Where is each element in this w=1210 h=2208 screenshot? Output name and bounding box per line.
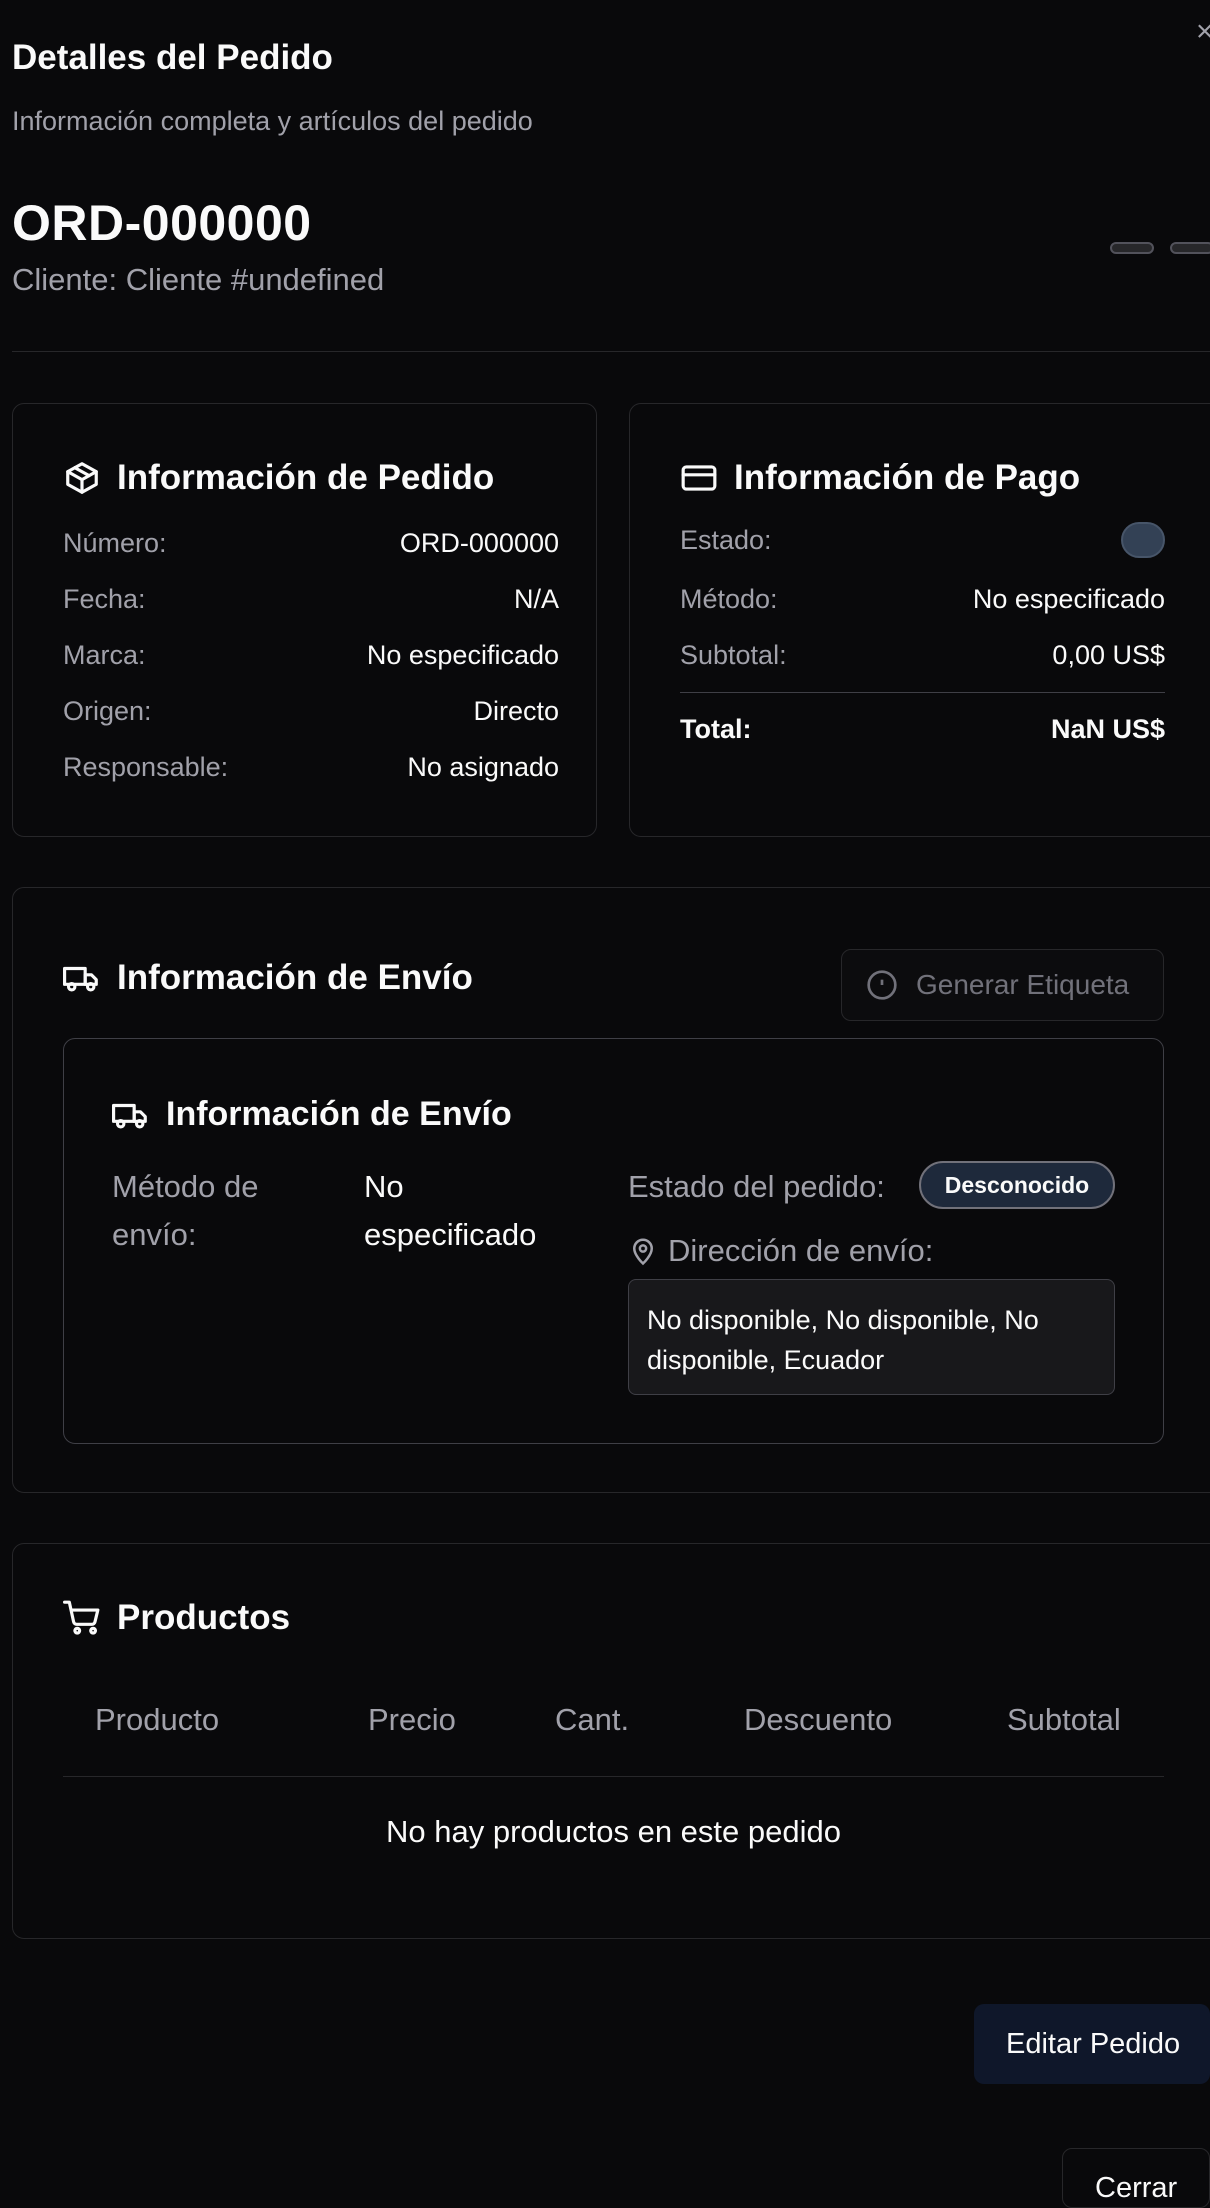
shipping-inner-card: Información de Envío Método de envío: No… bbox=[63, 1038, 1164, 1444]
truck-icon bbox=[63, 966, 98, 992]
payment-status-row: Estado: bbox=[680, 522, 1165, 558]
column-header-discount[interactable]: Descuento bbox=[744, 1702, 892, 1738]
shipping-method-value: No especificado bbox=[364, 1169, 537, 1252]
order-id-heading: ORD-000000 bbox=[12, 195, 312, 251]
products-title: Productos bbox=[63, 1598, 290, 1638]
products-card: Productos Producto Precio Cant. Descuent… bbox=[12, 1543, 1210, 1939]
package-icon bbox=[66, 462, 98, 494]
shipping-inner-title: Información de Envío bbox=[112, 1095, 512, 1134]
client-name: Cliente: Cliente #undefined bbox=[12, 262, 385, 297]
order-info-card: Información de Pedido Número: ORD-000000… bbox=[12, 403, 597, 837]
status-pill bbox=[1110, 242, 1154, 254]
order-date-row: Fecha: N/A bbox=[63, 584, 559, 614]
shopping-cart-icon bbox=[63, 1600, 100, 1635]
order-info-title: Información de Pedido bbox=[63, 458, 494, 498]
column-header-quantity[interactable]: Cant. bbox=[555, 1702, 629, 1738]
dialog-subtitle: Información completa y artículos del ped… bbox=[12, 106, 533, 136]
shipping-address-box: No disponible, No disponible, No disponi… bbox=[628, 1279, 1115, 1395]
payment-status-badge bbox=[1121, 522, 1165, 558]
payment-total-row: Total: NaN US$ bbox=[680, 714, 1165, 744]
dialog-title: Detalles del Pedido bbox=[12, 38, 333, 77]
edit-order-button[interactable]: Editar Pedido bbox=[974, 2004, 1210, 2084]
payment-method-row: Método: No especificado bbox=[680, 584, 1165, 614]
divider bbox=[680, 692, 1165, 693]
order-status-label: Estado del pedido: bbox=[628, 1169, 885, 1204]
close-button[interactable]: Cerrar bbox=[1062, 2148, 1210, 2208]
shipping-method-label: Método de envío: bbox=[112, 1169, 259, 1252]
map-pin-icon bbox=[632, 1238, 654, 1266]
payment-subtotal-row: Subtotal: 0,00 US$ bbox=[680, 640, 1165, 670]
divider bbox=[12, 351, 1210, 352]
column-header-price[interactable]: Precio bbox=[368, 1702, 456, 1738]
order-origin-row: Origen: Directo bbox=[63, 696, 559, 726]
order-number-row: Número: ORD-000000 bbox=[63, 528, 559, 558]
generate-label-button[interactable]: Generar Etiqueta bbox=[841, 949, 1164, 1021]
shipping-title: Información de Envío bbox=[63, 958, 473, 998]
status-pill bbox=[1170, 242, 1210, 254]
products-empty-message: No hay productos en este pedido bbox=[386, 1814, 841, 1849]
alert-circle-icon bbox=[867, 970, 897, 1000]
divider bbox=[63, 1776, 1164, 1777]
order-responsible-row: Responsable: No asignado bbox=[63, 752, 559, 782]
shipping-card: Información de Envío Generar Etiqueta In… bbox=[12, 887, 1210, 1493]
order-brand-row: Marca: No especificado bbox=[63, 640, 559, 670]
credit-card-icon bbox=[681, 465, 717, 491]
payment-info-card: Información de Pago Estado: Método: No e… bbox=[629, 403, 1210, 837]
shipping-address-label: Dirección de envío: bbox=[628, 1227, 933, 1275]
payment-info-title: Información de Pago bbox=[680, 458, 1080, 498]
column-header-product[interactable]: Producto bbox=[95, 1702, 219, 1738]
truck-icon bbox=[112, 1103, 147, 1128]
column-header-subtotal[interactable]: Subtotal bbox=[1007, 1702, 1121, 1738]
close-icon[interactable]: × bbox=[1196, 14, 1210, 50]
order-status-badge: Desconocido bbox=[919, 1161, 1115, 1209]
